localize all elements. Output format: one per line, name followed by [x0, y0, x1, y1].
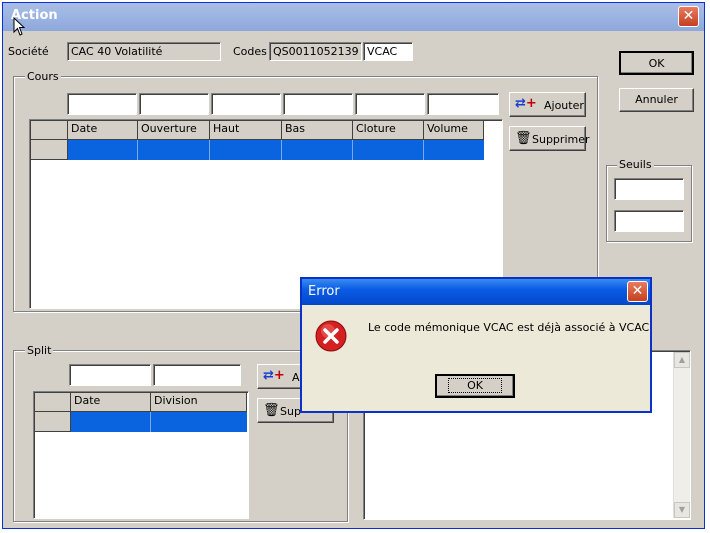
scroll-down-icon[interactable]: ▼ — [674, 502, 690, 518]
cours-row-header[interactable] — [31, 140, 68, 160]
code-mnemo-field[interactable]: VCAC — [363, 42, 413, 61]
mouse-cursor-icon — [13, 17, 26, 36]
table-cell[interactable] — [282, 140, 353, 160]
split-add-label: A — [292, 371, 300, 384]
cours-col-haut[interactable]: Haut — [210, 121, 282, 140]
cours-input-bas[interactable] — [283, 93, 353, 115]
split-input-division[interactable] — [153, 364, 241, 386]
table-cell[interactable] — [210, 140, 282, 160]
split-grid[interactable]: Date Division — [33, 391, 249, 519]
add-icon: ⇄+ — [263, 368, 285, 383]
cours-delete-label: Supprimer — [532, 133, 590, 146]
cours-add-button[interactable]: ⇄+ Ajouter — [509, 92, 586, 117]
error-dialog: Error ✕ Le code mémonique VCAC est déjà … — [300, 277, 652, 413]
cours-col-date[interactable]: Date — [68, 121, 138, 140]
table-row[interactable] — [71, 412, 247, 432]
error-message: Le code mémonique VCAC est déjà associé … — [368, 321, 650, 334]
scroll-up-icon[interactable]: ▲ — [674, 352, 690, 368]
close-button[interactable]: ✕ — [678, 6, 699, 27]
societe-field[interactable]: CAC 40 Volatilité — [67, 42, 221, 61]
cours-input-volume[interactable] — [427, 93, 499, 115]
cours-grid-corner — [31, 121, 68, 140]
ok-button[interactable]: OK — [619, 51, 694, 75]
error-ok-label: OK — [448, 378, 502, 393]
code-isin-field[interactable]: QS0011052139 — [269, 42, 362, 61]
table-cell[interactable] — [138, 140, 210, 160]
split-label: Split — [25, 344, 54, 357]
cours-input-date[interactable] — [67, 93, 137, 115]
cours-input-haut[interactable] — [211, 93, 281, 115]
codes-label: Codes — [233, 45, 267, 58]
close-icon: ✕ — [682, 8, 695, 24]
title-bar[interactable]: Action ✕ — [3, 3, 704, 31]
split-row-header[interactable] — [35, 412, 71, 432]
cours-input-cloture[interactable] — [355, 93, 425, 115]
cours-col-ouverture[interactable]: Ouverture — [138, 121, 210, 140]
seuils-label: Seuils — [617, 158, 654, 171]
table-cell[interactable] — [71, 412, 151, 432]
cours-add-label: Ajouter — [544, 99, 584, 112]
table-cell[interactable] — [151, 412, 247, 432]
error-dialog-title-bar[interactable]: Error ✕ — [302, 279, 650, 305]
cours-col-bas[interactable]: Bas — [282, 121, 353, 140]
split-input-date[interactable] — [69, 364, 151, 386]
cours-col-cloture[interactable]: Cloture — [353, 121, 424, 140]
notes-scrollbar[interactable]: ▲ ▼ — [673, 352, 690, 518]
table-cell[interactable] — [68, 140, 138, 160]
error-icon — [315, 320, 347, 352]
action-window: Action ✕ Société CAC 40 Volatilité Codes… — [2, 2, 705, 529]
table-cell[interactable] — [353, 140, 424, 160]
split-grid-corner — [35, 393, 71, 412]
split-col-date[interactable]: Date — [71, 393, 151, 412]
error-ok-button[interactable]: OK — [435, 374, 515, 398]
table-row[interactable] — [68, 140, 484, 160]
seuil-input-2[interactable] — [614, 210, 684, 232]
cancel-button[interactable]: Annuler — [619, 88, 694, 112]
add-icon: ⇄+ — [515, 96, 537, 111]
cours-col-volume[interactable]: Volume — [424, 121, 484, 140]
cours-input-ouverture[interactable] — [139, 93, 209, 115]
table-cell[interactable] — [424, 140, 484, 160]
split-col-division[interactable]: Division — [151, 393, 247, 412]
error-dialog-close-button[interactable]: ✕ — [627, 281, 648, 302]
seuil-input-1[interactable] — [614, 178, 684, 200]
societe-label: Société — [8, 45, 49, 58]
cours-delete-button[interactable]: 🗑 Supprimer — [509, 126, 590, 151]
error-dialog-title: Error — [308, 284, 340, 299]
close-icon: ✕ — [631, 283, 644, 299]
trash-icon: 🗑 — [263, 403, 280, 418]
split-delete-label: Sup — [280, 405, 301, 418]
cours-label: Cours — [25, 70, 61, 83]
trash-icon: 🗑 — [515, 131, 532, 146]
